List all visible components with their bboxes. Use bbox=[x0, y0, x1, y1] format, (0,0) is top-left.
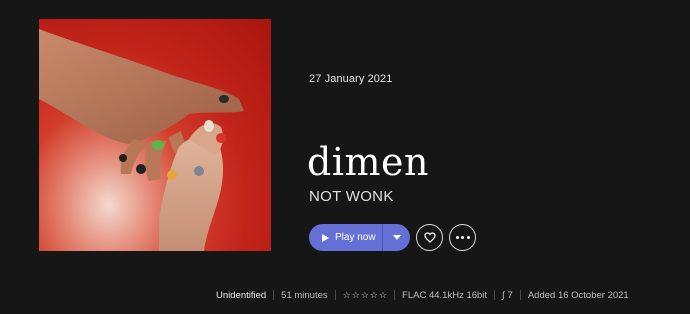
ellipsis-icon bbox=[455, 236, 470, 239]
genre-label[interactable]: Unidentified bbox=[216, 290, 266, 301]
release-date: 27 January 2021 bbox=[309, 73, 393, 85]
track-count-label: 7 bbox=[507, 289, 513, 301]
rating-stars[interactable]: ☆ ☆ ☆ ☆ ☆ bbox=[343, 290, 387, 301]
play-button-group: Play now bbox=[309, 224, 410, 251]
date-added-label: Added 16 October 2021 bbox=[527, 289, 629, 301]
album-page: 27 January 2021 dimen NOT WONK Play now … bbox=[0, 0, 690, 314]
heart-icon bbox=[423, 232, 436, 243]
track-count-icon: ∫ bbox=[502, 290, 505, 300]
separator bbox=[273, 290, 275, 300]
star-icon[interactable]: ☆ bbox=[361, 290, 369, 301]
artist-name[interactable]: NOT WONK bbox=[309, 188, 394, 205]
star-icon[interactable]: ☆ bbox=[379, 290, 387, 301]
play-now-button[interactable]: Play now bbox=[309, 224, 382, 251]
play-icon bbox=[322, 233, 329, 242]
audio-format-label: FLAC 44.1kHz 16bit bbox=[402, 289, 488, 301]
album-metadata-bar: Unidentified 51 minutes ☆ ☆ ☆ ☆ ☆ FLAC 4… bbox=[216, 289, 629, 301]
separator bbox=[519, 290, 521, 300]
play-options-button[interactable] bbox=[383, 224, 410, 251]
duration-label: 51 minutes bbox=[281, 289, 328, 301]
star-icon[interactable]: ☆ bbox=[370, 290, 378, 301]
favorite-button[interactable] bbox=[416, 224, 443, 251]
more-options-button[interactable] bbox=[449, 224, 476, 251]
separator bbox=[494, 290, 496, 300]
album-title: dimen bbox=[307, 140, 429, 184]
chevron-down-icon bbox=[392, 235, 401, 240]
album-art-hands-image bbox=[39, 29, 244, 251]
separator bbox=[394, 290, 396, 300]
separator bbox=[334, 290, 336, 300]
star-icon[interactable]: ☆ bbox=[352, 290, 360, 301]
album-cover[interactable] bbox=[39, 19, 271, 251]
play-now-label: Play now bbox=[335, 232, 376, 243]
star-icon[interactable]: ☆ bbox=[343, 290, 351, 301]
